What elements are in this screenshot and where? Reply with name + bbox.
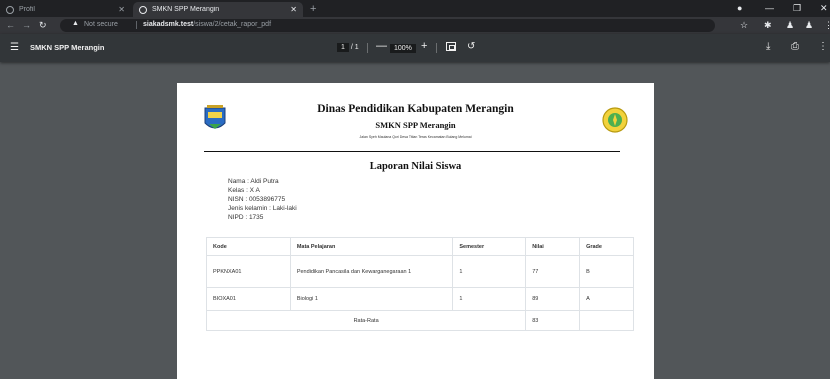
profile-icon[interactable]: ● <box>737 3 742 13</box>
close-icon[interactable]: ✕ <box>118 5 125 14</box>
report-title: Laporan Nilai Siswa <box>369 161 462 172</box>
zoom-in-button[interactable]: + <box>421 40 427 52</box>
warning-icon[interactable]: ▲ <box>72 20 79 27</box>
globe-icon <box>6 5 14 14</box>
student-nipd: NIPD : 1735 <box>228 214 264 222</box>
globe-icon <box>139 5 147 14</box>
url-host: siakadsmk.test <box>143 21 194 28</box>
user-icon[interactable]: ♟ <box>805 20 813 31</box>
reload-icon[interactable]: ↻ <box>39 20 47 31</box>
student-nisn: NISN : 0053896775 <box>228 196 286 204</box>
toolbar-divider <box>367 43 368 53</box>
column-header: Kode <box>206 237 291 256</box>
column-header: Nilai <box>525 237 581 256</box>
more-icon[interactable]: ⋮ <box>824 20 830 31</box>
address-divider <box>136 21 137 29</box>
zoom-input[interactable]: 100% <box>390 44 416 53</box>
back-icon[interactable]: ← <box>6 20 15 30</box>
average-row: Rata-Rata 83 <box>205 310 634 331</box>
page-indicator: 1 / 1 <box>337 43 359 52</box>
table-row: BIOXA01 Biologi 1 1 89 A <box>206 287 634 311</box>
column-header: Semester <box>452 237 527 256</box>
pdf-toolbar: ☰ SMKN SPP Merangin 1 / 1 — 100% + ↺ ⤓ ⎙… <box>0 34 830 62</box>
column-header: Mata Pelajaran <box>289 237 454 256</box>
close-icon[interactable]: ✕ <box>290 5 297 14</box>
rotate-icon[interactable]: ↺ <box>467 41 475 52</box>
url-text[interactable]: siakadsmk.test/siswa/2/cetak_rapor_pdf <box>143 21 271 28</box>
close-window-icon[interactable]: ✕ <box>820 3 828 14</box>
student-info: Nama : Aldi Putra Kelas : X A NISN : 005… <box>228 177 297 222</box>
page-input[interactable]: 1 <box>337 43 349 52</box>
cell-kode: BIOXA01 <box>206 287 291 311</box>
student-gender: Jenis kelamin : Laki-laki <box>228 205 297 213</box>
fit-page-icon[interactable] <box>446 42 456 51</box>
pdf-title: SMKN SPP Merangin <box>30 43 105 52</box>
print-icon[interactable]: ⎙ <box>791 41 799 52</box>
new-tab-button[interactable]: + <box>310 3 316 15</box>
student-name: Nama : Aldi Putra <box>228 178 279 185</box>
cell-kode: PPKNXA01 <box>206 255 291 288</box>
browser-toolbar: ← → ↻ ▲ Not secure siakadsmk.test/siswa/… <box>0 17 830 34</box>
minimize-icon[interactable]: — <box>765 3 774 13</box>
header-divider <box>204 151 620 152</box>
security-label[interactable]: Not secure <box>84 21 118 28</box>
cell-nilai: 77 <box>525 255 581 288</box>
url-path: /siswa/2/cetak_rapor_pdf <box>193 21 272 28</box>
tab-label: Profil <box>19 6 35 13</box>
tab-smkn-spp-merangin[interactable]: SMKN SPP Merangin ✕ <box>133 2 303 17</box>
page-total: / 1 <box>350 44 359 51</box>
extensions-icon[interactable]: ✱ <box>764 20 772 31</box>
agency-heading: Dinas Pendidikan Kabupaten Merangin <box>317 103 514 115</box>
tab-profil[interactable]: Profil ✕ <box>0 2 131 17</box>
table-header-row: Kode Mata Pelajaran Semester Nilai Grade <box>206 237 634 256</box>
maximize-icon[interactable]: ❐ <box>793 3 801 14</box>
column-header: Grade <box>579 237 634 256</box>
cell-semester: 1 <box>452 287 527 311</box>
pdf-page: Dinas Pendidikan Kabupaten Merangin SMKN… <box>177 83 654 379</box>
school-name: SMKN SPP Merangin <box>375 120 456 130</box>
browser-tabstrip: Profil ✕ SMKN SPP Merangin ✕ + ● — ❐ ✕ <box>0 0 830 17</box>
download-icon[interactable]: ⤓ <box>766 41 770 52</box>
cell-nilai: 89 <box>525 287 581 311</box>
average-value: 83 <box>525 310 581 331</box>
average-label: Rata-Rata <box>205 310 527 331</box>
cell-mapel: Biologi 1 <box>289 287 454 311</box>
menu-icon[interactable]: ☰ <box>10 42 19 53</box>
school-logo-icon <box>602 107 628 133</box>
cell-grade: B <box>579 255 634 288</box>
grades-table: Kode Mata Pelajaran Semester Nilai Grade… <box>205 237 634 331</box>
tab-label: SMKN SPP Merangin <box>152 6 220 13</box>
table-row: PPKNXA01 Pendidikan Pancasila dan Kewarg… <box>206 255 634 288</box>
star-icon[interactable]: ☆ <box>740 20 748 31</box>
zoom-out-button[interactable]: — <box>376 40 387 52</box>
cell-mapel: Pendidikan Pancasila dan Kewarganegaraan… <box>289 255 454 288</box>
forward-icon[interactable]: → <box>22 20 31 30</box>
student-class: Kelas : X A <box>228 187 260 195</box>
cell-grade: A <box>579 287 634 311</box>
account-icon[interactable]: ♟ <box>786 20 794 31</box>
cell-semester: 1 <box>452 255 527 288</box>
toolbar-divider <box>436 43 437 53</box>
school-address: Jalan Syeh Maulana Qori Desa Titian Tera… <box>359 135 472 139</box>
empty-cell <box>579 310 634 331</box>
more-icon[interactable]: ⋮ <box>818 41 828 52</box>
